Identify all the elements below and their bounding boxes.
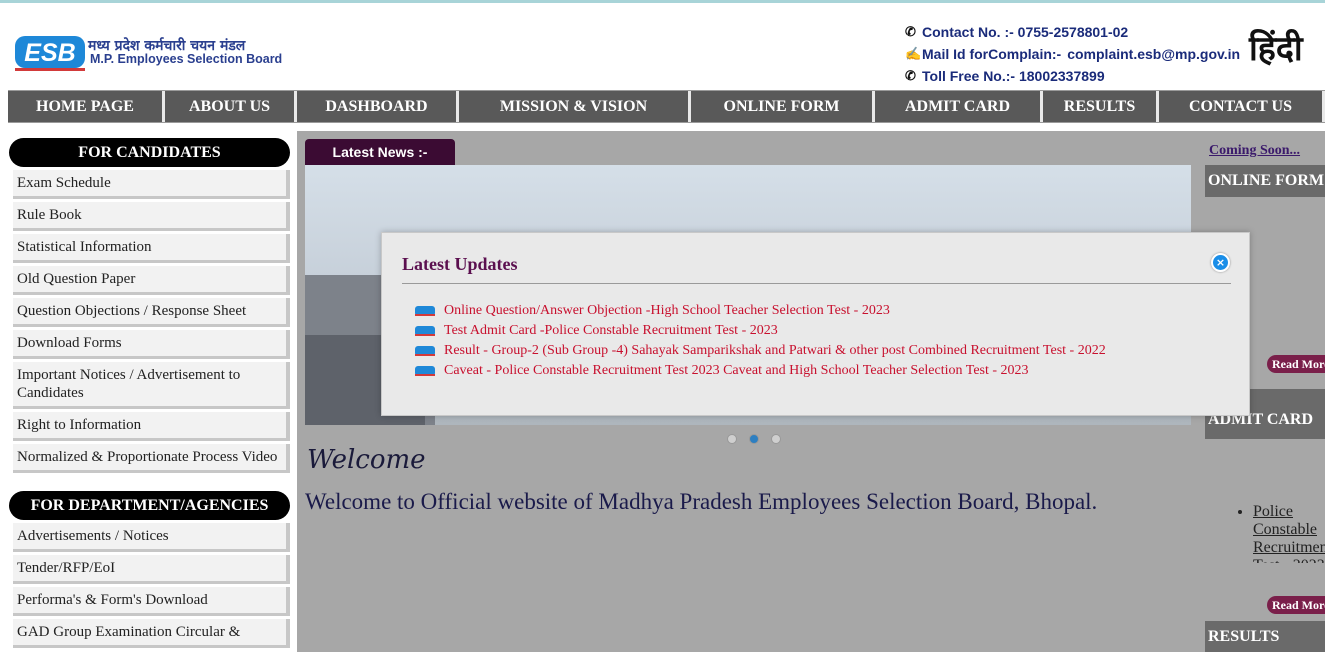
phone-icon: ✆ bbox=[905, 68, 916, 83]
nav-about-us[interactable]: ABOUT US bbox=[165, 91, 297, 122]
nav-results[interactable]: RESULTS bbox=[1043, 91, 1159, 122]
mail-icon: ✍ bbox=[905, 46, 922, 61]
online-form-read-more-button[interactable]: Read More bbox=[1267, 355, 1325, 373]
slider-dot[interactable] bbox=[727, 434, 737, 444]
sidebar-item-normalized-process-video[interactable]: Normalized & Proportionate Process Video bbox=[13, 444, 290, 473]
update-item[interactable]: Online Question/Answer Objection -High S… bbox=[415, 301, 1106, 321]
update-link[interactable]: Result - Group-2 (Sub Group -4) Sahayak … bbox=[444, 343, 1106, 359]
slider-dot[interactable] bbox=[771, 434, 781, 444]
update-link[interactable]: Test Admit Card -Police Constable Recrui… bbox=[444, 323, 778, 339]
sidebar-item-important-notices[interactable]: Important Notices / Advertisement to Can… bbox=[13, 362, 290, 409]
main-nav: HOME PAGE ABOUT US DASHBOARD MISSION & V… bbox=[8, 90, 1325, 123]
updates-list: Online Question/Answer Objection -High S… bbox=[415, 301, 1106, 381]
update-link[interactable]: Caveat - Police Constable Recruitment Te… bbox=[444, 363, 1029, 379]
update-item[interactable]: Result - Group-2 (Sub Group -4) Sahayak … bbox=[415, 341, 1106, 361]
admit-card-read-more-button[interactable]: Read More bbox=[1267, 596, 1325, 614]
esb-logo-icon: ESB bbox=[15, 36, 85, 71]
sidebar-item-exam-schedule[interactable]: Exam Schedule bbox=[13, 170, 290, 199]
nav-mission-vision[interactable]: MISSION & VISION bbox=[459, 91, 691, 122]
sidebar-item-statistical-information[interactable]: Statistical Information bbox=[13, 234, 290, 263]
toll-free-number: Toll Free No.:- 18002337899 bbox=[922, 68, 1105, 84]
left-sidebar: FOR CANDIDATES Exam Schedule Rule Book S… bbox=[9, 138, 290, 651]
nav-admit-card[interactable]: ADMIT CARD bbox=[875, 91, 1043, 122]
contact-block: ✆ Contact No. :- 0755-2578801-02 ✍ Mail … bbox=[905, 21, 1240, 87]
results-panel-title: RESULTS bbox=[1205, 621, 1325, 652]
esb-logo-icon bbox=[415, 326, 435, 336]
svg-text:ESB: ESB bbox=[24, 39, 75, 67]
for-candidates-heading: FOR CANDIDATES bbox=[9, 138, 290, 167]
sidebar-item-old-question-paper[interactable]: Old Question Paper bbox=[13, 266, 290, 295]
update-link[interactable]: Online Question/Answer Objection -High S… bbox=[444, 303, 890, 319]
sidebar-item-right-to-information[interactable]: Right to Information bbox=[13, 412, 290, 441]
sidebar-item-rule-book[interactable]: Rule Book bbox=[13, 202, 290, 231]
sidebar-item-tender-rfp-eoi[interactable]: Tender/RFP/EoI bbox=[13, 555, 290, 584]
update-item[interactable]: Caveat - Police Constable Recruitment Te… bbox=[415, 361, 1106, 381]
complaint-email-link[interactable]: complaint.esb@mp.gov.in bbox=[1067, 46, 1240, 62]
sidebar-item-download-forms[interactable]: Download Forms bbox=[13, 330, 290, 359]
sidebar-item-advertisements-notices[interactable]: Advertisements / Notices bbox=[13, 523, 290, 552]
nav-contact-us[interactable]: CONTACT US bbox=[1159, 91, 1325, 122]
update-item[interactable]: Test Admit Card -Police Constable Recrui… bbox=[415, 321, 1106, 341]
sidebar-item-gad-group-circular[interactable]: GAD Group Examination Circular & bbox=[13, 619, 290, 648]
nav-online-form[interactable]: ONLINE FORM bbox=[691, 91, 875, 122]
esb-logo-icon bbox=[415, 366, 435, 376]
modal-title: Latest Updates bbox=[402, 254, 518, 274]
esb-logo[interactable]: ESB मध्य प्रदेश कर्मचारी चयन मंडल M.P. E… bbox=[14, 30, 283, 80]
esb-logo-icon bbox=[415, 306, 435, 316]
welcome-message: Welcome to Official website of Madhya Pr… bbox=[305, 489, 1098, 514]
hindi-language-button[interactable]: हिंदी bbox=[1249, 24, 1303, 70]
modal-divider bbox=[402, 283, 1231, 284]
top-rule bbox=[0, 0, 1325, 3]
coming-soon-link[interactable]: Coming Soon... bbox=[1209, 143, 1300, 159]
latest-news-tab[interactable]: Latest News :- bbox=[305, 139, 455, 165]
welcome-script-heading: Welcome bbox=[307, 445, 426, 475]
slider-dot-active[interactable] bbox=[749, 434, 759, 444]
admit-card-item-link[interactable]: Police Constable Recruitment Test - 2023 bbox=[1253, 503, 1325, 563]
logo-english-text: M.P. Employees Selection Board bbox=[90, 52, 283, 66]
online-form-panel-title: ONLINE FORM bbox=[1205, 165, 1325, 197]
nav-home-page[interactable]: HOME PAGE bbox=[8, 91, 165, 122]
close-icon[interactable]: × bbox=[1211, 253, 1230, 272]
admit-card-list: Police Constable Recruitment Test - 2023 bbox=[1225, 503, 1325, 563]
sidebar-item-question-objections[interactable]: Question Objections / Response Sheet bbox=[13, 298, 290, 327]
latest-updates-modal: Latest Updates × Online Question/Answer … bbox=[381, 232, 1250, 416]
phone-icon: ✆ bbox=[905, 24, 916, 39]
esb-logo-icon bbox=[415, 346, 435, 356]
slider-dots bbox=[727, 434, 781, 444]
nav-dashboard[interactable]: DASHBOARD bbox=[297, 91, 459, 122]
sidebar-item-performa-form-download[interactable]: Performa's & Form's Download bbox=[13, 587, 290, 616]
mail-label: Mail Id forComplain:- bbox=[922, 46, 1062, 62]
for-department-heading: FOR DEPARTMENT/AGENCIES bbox=[9, 491, 290, 520]
contact-number: Contact No. :- 0755-2578801-02 bbox=[922, 24, 1129, 40]
